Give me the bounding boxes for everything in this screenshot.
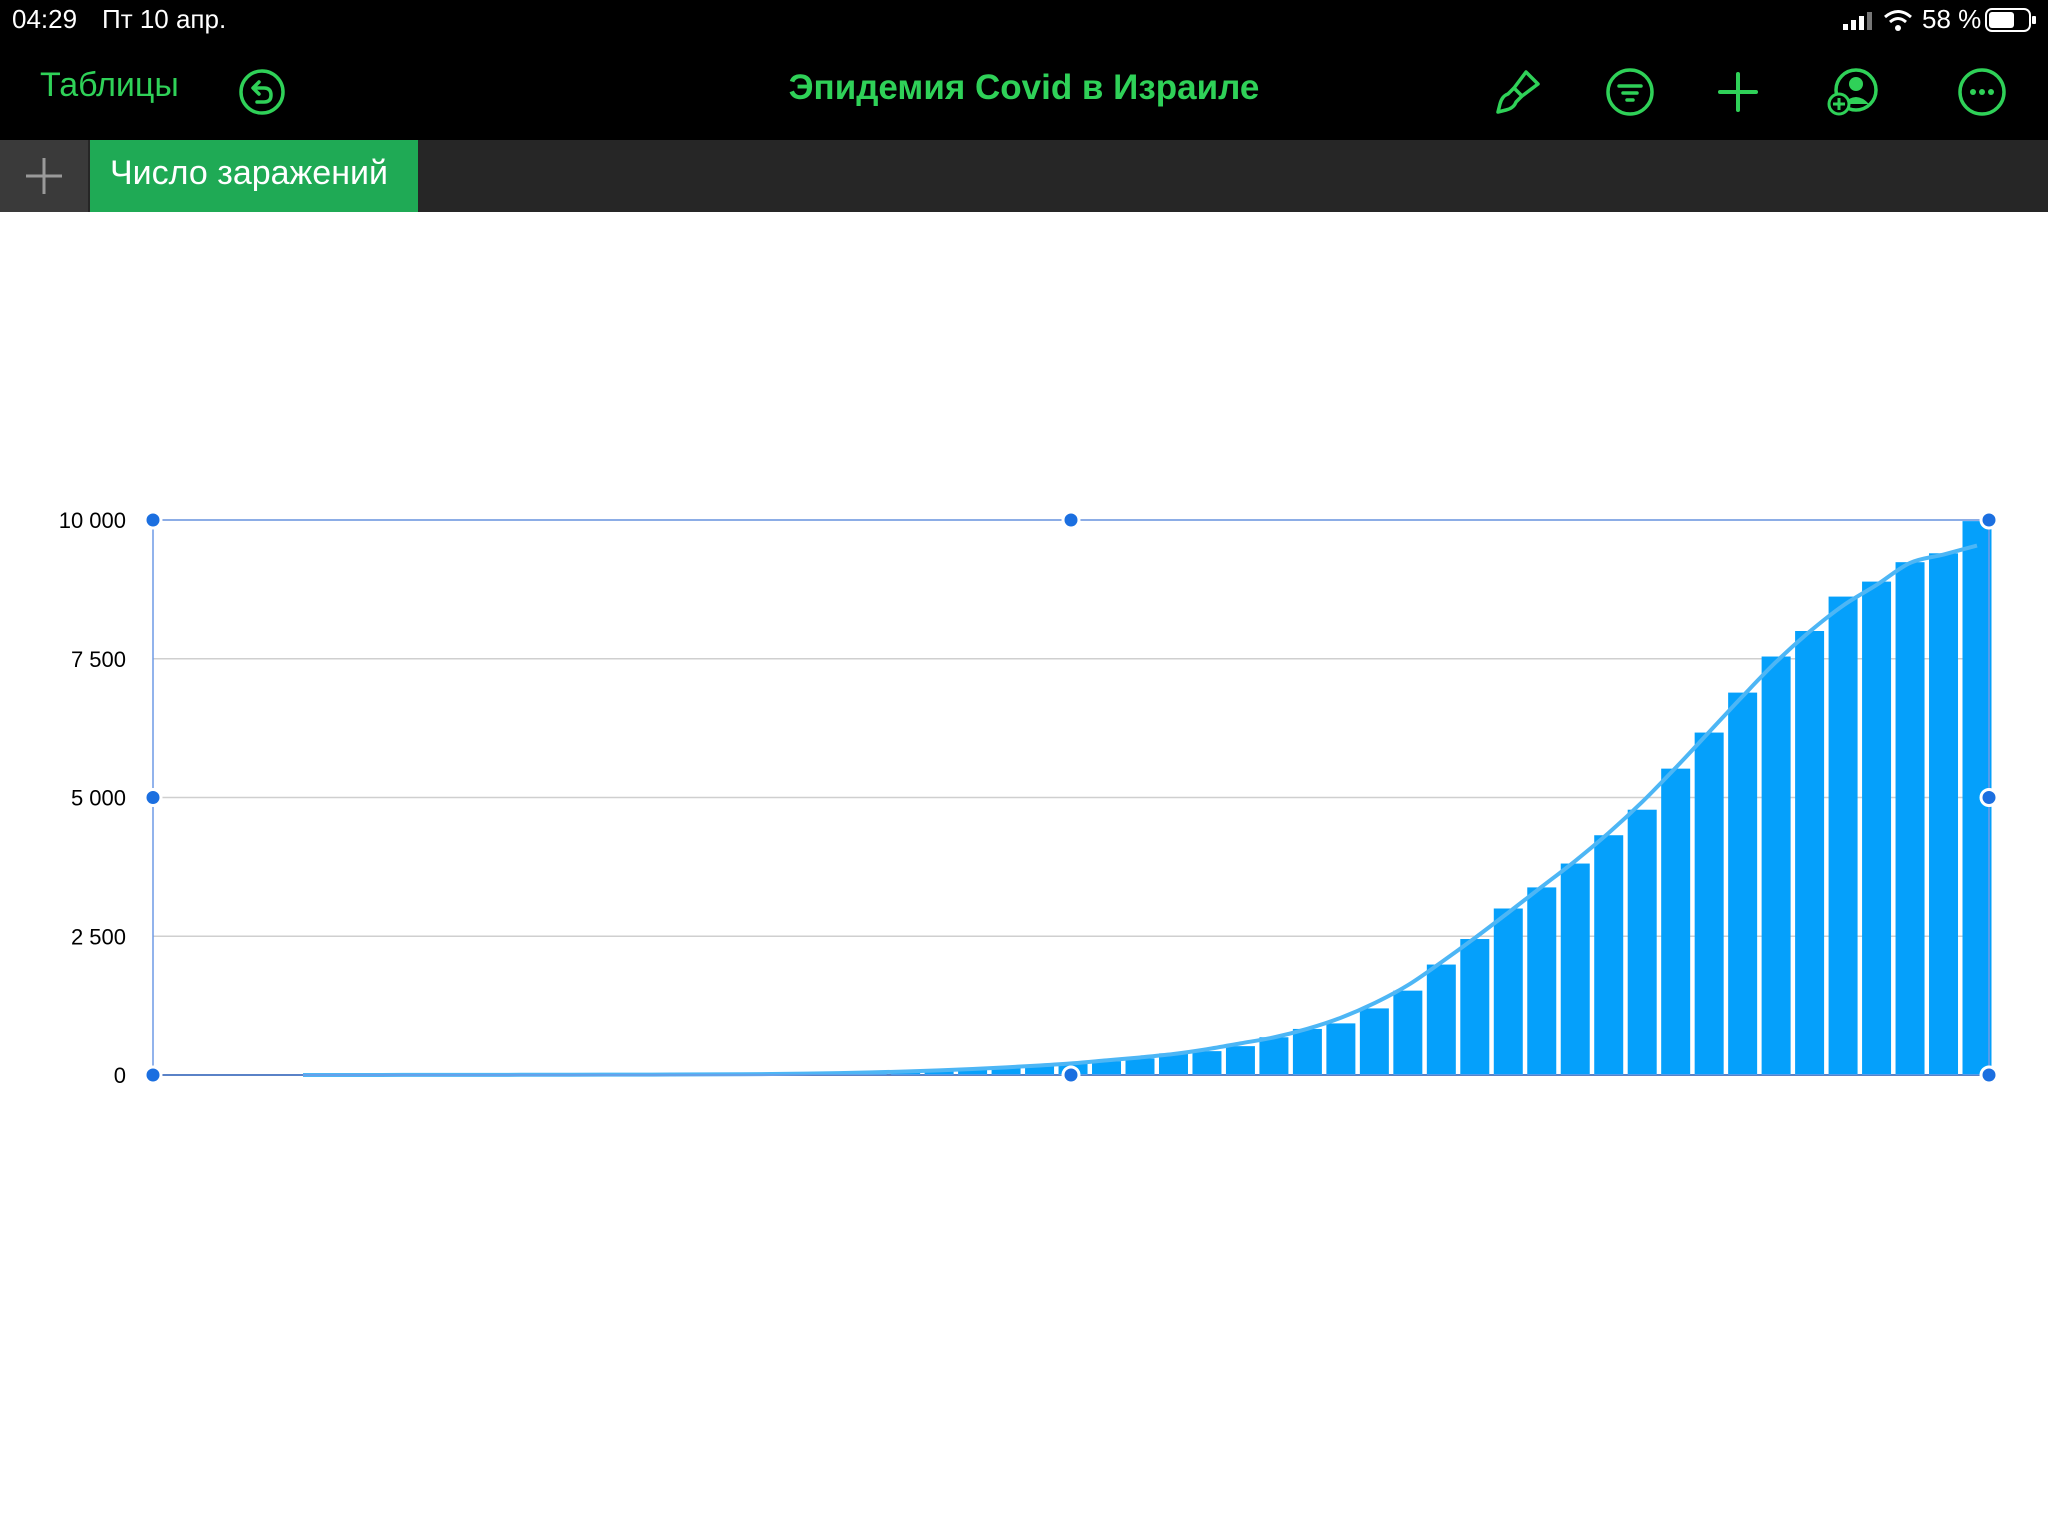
resize-handle[interactable] — [143, 510, 163, 530]
resize-handle[interactable] — [1979, 1065, 1999, 1085]
chart-bar — [1694, 732, 1724, 1075]
chart-bar — [1259, 1037, 1289, 1075]
chart-bar — [1292, 1028, 1322, 1075]
chart-bar — [1862, 581, 1892, 1075]
chart-bar — [1527, 887, 1557, 1075]
sheet-tab-label: Число заражений — [110, 154, 388, 192]
chart-bar — [1326, 1023, 1356, 1075]
plus-icon — [26, 158, 62, 194]
chart-bar — [1359, 1008, 1389, 1075]
trend-line — [302, 543, 1978, 1077]
y-axis: 0 2 500 5 000 7 500 10 000 — [59, 508, 126, 1088]
plus-icon[interactable] — [1712, 66, 1764, 118]
chart-bar — [1929, 553, 1959, 1075]
resize-handle[interactable] — [1061, 510, 1081, 530]
status-time: 04:29 — [12, 4, 78, 34]
sheet-tab-active[interactable]: Число заражений — [90, 140, 418, 212]
y-tick-label: 10 000 — [59, 508, 126, 533]
resize-handle[interactable] — [1979, 788, 1999, 807]
chart-bar — [1393, 990, 1423, 1075]
add-sheet-button[interactable] — [0, 140, 88, 212]
chart-bar — [1225, 1046, 1255, 1075]
filter-icon[interactable] — [1604, 66, 1656, 118]
resize-handle[interactable] — [143, 788, 163, 807]
chart-bar — [1192, 1051, 1222, 1075]
chart-bar — [1728, 692, 1758, 1075]
y-tick-label: 2 500 — [71, 924, 126, 949]
resize-handle[interactable] — [1061, 1065, 1081, 1085]
chart-bar — [1125, 1058, 1155, 1075]
add-person-icon[interactable] — [1826, 66, 1878, 118]
battery-percentage: 58 % — [1922, 4, 1982, 34]
top-bar: 04:29 Пт 10 апр. 58 % Таблицы Эпидемия C… — [0, 0, 2048, 140]
status-date: Пт 10 апр. — [102, 4, 227, 34]
chart-bar — [1661, 768, 1691, 1075]
y-tick-label: 5 000 — [71, 786, 126, 811]
y-tick-label: 0 — [114, 1063, 126, 1088]
chart-bar — [1493, 908, 1523, 1075]
bar-chart[interactable]: 0 2 500 5 000 7 500 10 000 — [0, 212, 2048, 1536]
sheet-tab-bar: Число заражений — [0, 140, 2048, 212]
chart-bar — [1795, 631, 1825, 1075]
battery-icon — [1985, 8, 2036, 32]
chart-bar — [1895, 562, 1925, 1075]
chart-bar — [1761, 656, 1791, 1075]
chart-bar — [1594, 835, 1624, 1075]
paintbrush-icon[interactable] — [1492, 66, 1544, 118]
resize-handle[interactable] — [1979, 510, 1999, 530]
chart-bar — [1828, 596, 1858, 1075]
y-tick-label: 7 500 — [71, 647, 126, 672]
chart-bar — [1426, 964, 1456, 1075]
chart-bar — [1560, 863, 1590, 1075]
chart-bar — [1627, 809, 1657, 1075]
cellular-signal-icon — [1843, 12, 1872, 30]
chart-bar — [1460, 939, 1490, 1075]
resize-handle[interactable] — [143, 1065, 163, 1085]
wifi-icon — [1884, 10, 1912, 31]
more-icon[interactable] — [1956, 66, 2008, 118]
